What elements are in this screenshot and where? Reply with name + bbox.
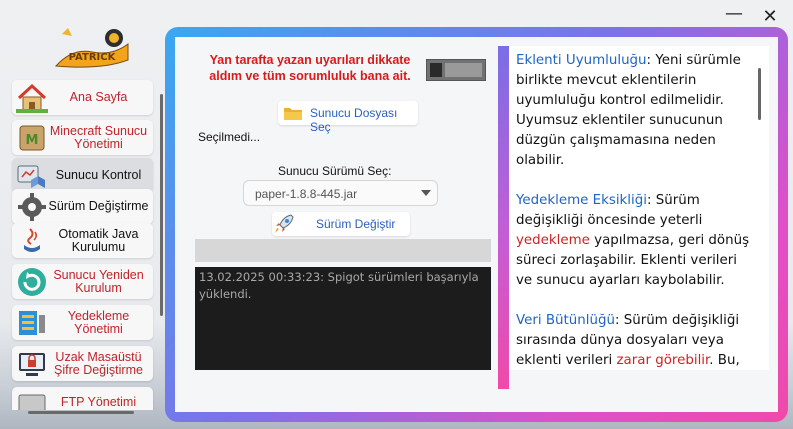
selected-file-status: Seçilmedi... bbox=[198, 130, 261, 144]
sidebar-item-sunucu-kontrol[interactable]: Sunucu Kontrol bbox=[12, 158, 153, 193]
ftp-icon bbox=[18, 394, 46, 410]
sidebar-item-minecraft[interactable]: M Minecraft Sunucu Yönetimi bbox=[12, 120, 153, 155]
sidebar-item-surum-degistirme[interactable]: Sürüm Değiştirme bbox=[12, 189, 153, 224]
version-label: Sunucu Sürümü Seç: bbox=[278, 164, 392, 178]
progress-bar bbox=[195, 239, 491, 262]
sidebar-item-label: Otomatik Java Kurulumu bbox=[58, 226, 139, 254]
svg-text:M: M bbox=[26, 133, 39, 148]
sidebar-item-java[interactable]: Otomatik Java Kurulumu bbox=[12, 223, 153, 258]
version-dropdown-value: paper-1.8.8-445.jar bbox=[255, 187, 358, 201]
sidebar-item-label: Sunucu Kontrol bbox=[55, 168, 142, 182]
minimize-button[interactable]: — bbox=[719, 0, 749, 26]
sidebar-item-label: Sürüm Değiştirme bbox=[48, 199, 149, 213]
select-server-file-button[interactable]: Sunucu Dosyası Seç bbox=[278, 101, 418, 134]
minecraft-icon: M bbox=[19, 125, 45, 150]
sidebar-item-label: Uzak Masaüstü Şifre Değiştirme bbox=[54, 349, 143, 377]
java-icon bbox=[24, 227, 40, 252]
sidebar-item-uzak-masaustu[interactable]: Uzak Masaüstü Şifre Değiştirme bbox=[12, 346, 153, 381]
change-version-label: Sürüm Değiştir bbox=[316, 217, 396, 231]
info-text: Eklenti Uyumluluğu: Yeni sürümle birlikt… bbox=[516, 51, 752, 370]
app-logo: PATRICK bbox=[54, 28, 129, 68]
sidebar-item-yeniden-kurulum[interactable]: Sunucu Yeniden Kurulum bbox=[12, 264, 153, 299]
toggle-knob bbox=[430, 63, 442, 77]
house-icon bbox=[16, 83, 48, 113]
info-key-integrity: Veri Bütünlüğü bbox=[516, 313, 615, 328]
toggle-track bbox=[445, 63, 482, 77]
info-paragraph-compatibility: Eklenti Uyumluluğu: Yeni sürümle birlikt… bbox=[516, 51, 752, 171]
info-body-integrity-b: . Bu, bbox=[709, 353, 740, 368]
version-dropdown[interactable]: paper-1.8.8-445.jar bbox=[243, 180, 438, 206]
info-key-compatibility: Eklenti Uyumluluğu bbox=[516, 53, 647, 68]
sidebar-item-label: Ana Sayfa bbox=[69, 90, 128, 104]
sidebar: Ana Sayfa M Minecraft Sunucu Yönetimi Su… bbox=[8, 78, 156, 410]
sidebar-item-label: Yedekleme Yönetimi bbox=[67, 308, 130, 336]
logo-text: PATRICK bbox=[69, 52, 117, 63]
gear-wrench-icon bbox=[18, 192, 46, 221]
info-key-backup: Yedekleme Eksikliği bbox=[516, 193, 647, 208]
sidebar-item-ana-sayfa[interactable]: Ana Sayfa bbox=[12, 80, 153, 115]
info-body-compatibility: : Yeni sürümle birlikte mevcut eklentile… bbox=[516, 53, 741, 168]
info-paragraph-backup: Yedekleme Eksikliği: Sürüm değişikliği ö… bbox=[516, 191, 752, 291]
info-panel: Eklenti Uyumluluğu: Yeni sürümle birlikt… bbox=[509, 46, 769, 370]
backup-icon bbox=[19, 310, 45, 335]
refresh-icon bbox=[18, 267, 46, 296]
close-button[interactable]: ✕ bbox=[755, 3, 785, 29]
console-output: 13.02.2025 00:33:23: Spigot sürümleri ba… bbox=[195, 267, 491, 370]
warning-text: Yan tarafta yazan uyarıları dikkate aldı… bbox=[209, 53, 411, 83]
folder-icon bbox=[284, 108, 302, 120]
chevron-down-icon bbox=[421, 190, 431, 196]
sidebar-horizontal-scrollbar[interactable] bbox=[28, 411, 134, 414]
change-version-button[interactable]: Sürüm Değiştir bbox=[272, 212, 410, 236]
rocket-icon bbox=[275, 214, 294, 233]
remote-lock-icon bbox=[19, 352, 45, 376]
sidebar-item-yedekleme[interactable]: Yedekleme Yönetimi bbox=[12, 305, 153, 340]
sidebar-item-label: FTP Yönetimi bbox=[60, 395, 137, 409]
sidebar-scrollbar[interactable] bbox=[160, 94, 163, 316]
info-highlight-integrity: zarar görebilir bbox=[616, 353, 710, 368]
info-accent-bar bbox=[498, 46, 509, 389]
info-highlight-backup: yedekleme bbox=[516, 233, 590, 248]
select-server-file-label: Sunucu Dosyası Seç bbox=[310, 106, 398, 134]
server-control-icon bbox=[17, 165, 45, 188]
sidebar-item-label: Sunucu Yeniden Kurulum bbox=[53, 267, 144, 295]
sidebar-item-ftp[interactable]: FTP Yönetimi bbox=[12, 387, 153, 410]
acknowledge-toggle[interactable] bbox=[426, 59, 486, 81]
info-paragraph-integrity: Veri Bütünlüğü: Sürüm değişikliği sırası… bbox=[516, 311, 752, 370]
sidebar-item-label: Minecraft Sunucu Yönetimi bbox=[49, 123, 148, 151]
info-scrollbar[interactable] bbox=[758, 68, 761, 120]
